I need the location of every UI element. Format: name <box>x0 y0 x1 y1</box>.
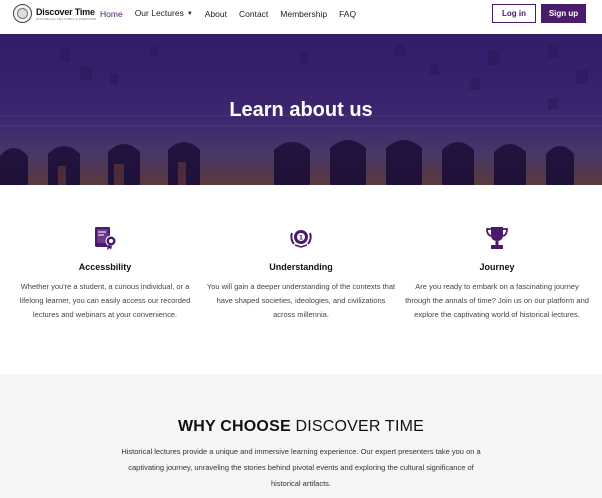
feature-text: Whether you're a student, a curious indi… <box>19 282 191 319</box>
hero-banner: Learn about us <box>0 34 602 185</box>
logo-emblem-icon <box>13 4 32 23</box>
login-button[interactable]: Log in <box>492 4 536 23</box>
why-title-bold: WHY CHOOSE <box>177 418 291 435</box>
chevron-down-icon: ▼ <box>186 11 193 17</box>
book-badge-icon <box>95 227 117 250</box>
nav-faq[interactable]: FAQ <box>339 9 356 19</box>
feature-title: Understanding <box>269 262 333 272</box>
why-choose-title: WHY CHOOSE DISCOVER TIME <box>0 417 602 437</box>
nav-membership[interactable]: Membership <box>280 9 327 19</box>
logo-title: Discover Time <box>36 6 95 17</box>
nav-about[interactable]: About <box>205 9 227 19</box>
svg-text:1: 1 <box>299 235 303 242</box>
why-title-light: DISCOVER TIME <box>295 418 425 435</box>
site-header: Discover Time HISTORICAL LECTURES & WEBI… <box>0 0 602 34</box>
feature-title: Accessbility <box>78 262 132 272</box>
signup-button[interactable]: Sign up <box>541 4 586 23</box>
laurel-badge-icon: 1 <box>290 230 312 248</box>
nav-our-lectures-label: Our Lectures <box>134 8 184 18</box>
feature-text: You will gain a deeper understanding of … <box>206 282 396 319</box>
why-choose-section: WHY CHOOSE DISCOVER TIME Historical lect… <box>0 374 602 498</box>
feature-text: Are you ready to embark on a fascinating… <box>405 282 589 319</box>
features-section: Accessbility Whether you're a student, a… <box>0 185 602 374</box>
nav-home[interactable]: Home <box>100 9 123 19</box>
feature-title: Journey <box>479 262 515 272</box>
trophy-icon <box>486 227 508 249</box>
site-logo[interactable]: Discover Time HISTORICAL LECTURES & WEBI… <box>13 4 96 23</box>
nav-contact[interactable]: Contact <box>239 9 268 19</box>
logo-subtitle: HISTORICAL LECTURES & WEBINARS <box>36 16 97 21</box>
main-nav: Home Our Lectures ▼ About Contact Members… <box>100 8 368 19</box>
hero-title: Learn about us <box>229 99 373 121</box>
nav-our-lectures[interactable]: Our Lectures ▼ <box>135 8 193 19</box>
why-choose-text: Historical lectures provide a unique and… <box>121 447 481 488</box>
